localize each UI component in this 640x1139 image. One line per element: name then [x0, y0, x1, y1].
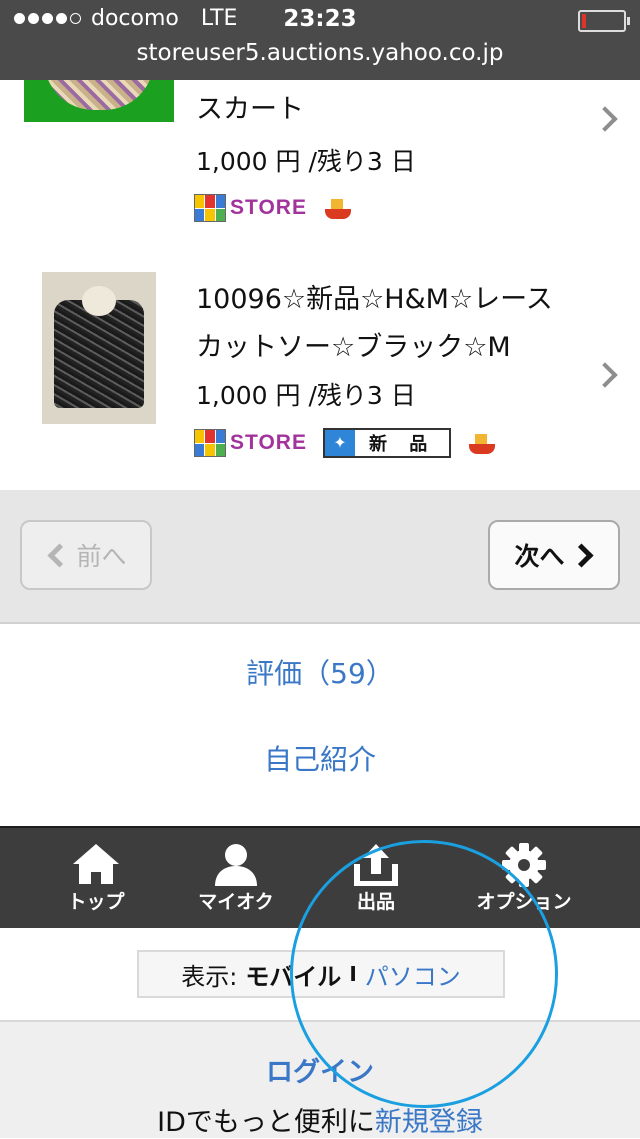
item-price: 1,000 円 /残り3 日: [196, 381, 416, 410]
chevron-left-icon: [47, 542, 73, 568]
login-link[interactable]: ログイン: [0, 1050, 640, 1089]
login-section: ログイン IDでもっと便利に新規登録: [0, 1020, 640, 1138]
chevron-right-icon: [568, 542, 594, 568]
pagination: 前へ 次へ: [0, 490, 640, 624]
nav-options[interactable]: オプション: [444, 828, 604, 928]
nav-top[interactable]: トップ: [16, 828, 176, 928]
item-title: スカート: [196, 94, 304, 125]
next-page-button[interactable]: 次へ: [488, 520, 620, 590]
item-price: 1,000 円 /残り3 日: [196, 147, 416, 176]
display-mode-toggle: 表示: モバイル I パソコン: [137, 950, 505, 998]
battery-icon: [578, 10, 630, 32]
chevron-right-icon: [592, 362, 618, 388]
bottom-nav: トップ マイオク 出品 オプション: [0, 826, 640, 928]
store-icon: [194, 429, 226, 457]
nav-sell[interactable]: 出品: [296, 828, 456, 928]
new-item-badge: ✦ 新 品: [322, 428, 452, 458]
profile-link[interactable]: 自己紹介: [0, 738, 640, 778]
upload-icon: [354, 844, 398, 886]
clock: 23:23: [283, 6, 357, 32]
register-link[interactable]: 新規登録: [375, 1107, 483, 1138]
item-thumbnail: [24, 80, 174, 122]
item-title: 10096☆新品☆H&M☆レース カットソー☆ブラック☆M: [196, 284, 553, 363]
home-icon: [73, 844, 119, 884]
nav-myauction[interactable]: マイオク: [156, 828, 316, 928]
ship-icon: [323, 195, 351, 221]
pc-mode-link[interactable]: パソコン: [365, 957, 461, 992]
mobile-mode-label: モバイル: [245, 962, 342, 991]
sparkle-icon: ✦: [324, 430, 355, 456]
store-badge: STORE: [194, 194, 307, 222]
item-thumbnail: [42, 272, 156, 424]
prev-page-button[interactable]: 前へ: [20, 520, 152, 590]
url-bar[interactable]: storeuser5.auctions.yahoo.co.jp: [0, 40, 640, 66]
ship-icon: [467, 430, 496, 456]
chevron-right-icon: [592, 106, 618, 132]
store-icon: [194, 194, 226, 222]
store-badge: STORE: [194, 429, 307, 457]
separator: I: [349, 962, 357, 986]
person-icon: [215, 844, 257, 886]
login-subtext: IDでもっと便利に新規登録: [157, 1107, 483, 1138]
status-bar: docomo LTE 23:23 storeuser5.auctions.yah…: [0, 0, 640, 80]
gear-icon: [502, 843, 546, 887]
rating-link[interactable]: 評価（59）: [0, 652, 640, 692]
list-item[interactable]: スカート 1,000 円 /残り3 日 STORE: [0, 80, 640, 256]
